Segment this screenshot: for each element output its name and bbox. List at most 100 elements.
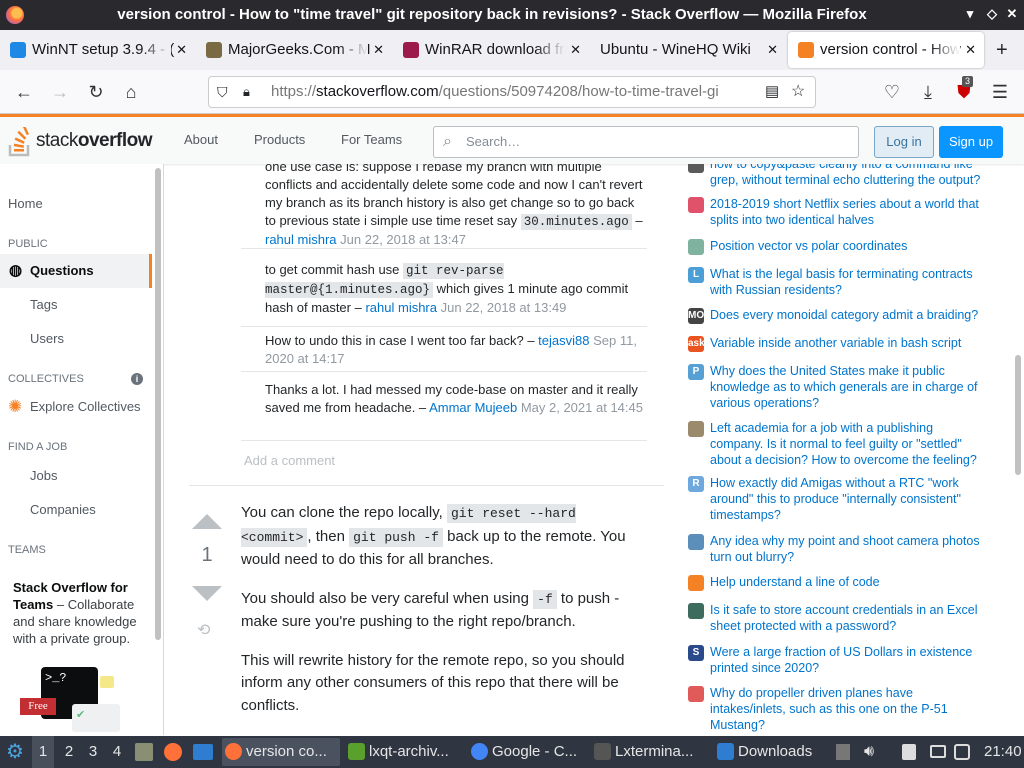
hot-question-link[interactable]: Is it safe to store account credentials … xyxy=(710,602,982,634)
tab-winrar[interactable]: WinRAR download fr ✕ xyxy=(393,32,589,68)
workspace-1[interactable]: 1 xyxy=(32,736,54,768)
reload-icon[interactable]: ↻ xyxy=(84,80,108,104)
login-button[interactable]: Log in xyxy=(874,126,934,158)
nav-jobs[interactable]: Jobs xyxy=(0,459,152,493)
tab-label: Ubuntu - WineHQ Wiki xyxy=(600,41,751,58)
show-desktop-icon[interactable] xyxy=(193,744,213,760)
comment-user[interactable]: tejasvi88 xyxy=(538,333,589,348)
tab-close-icon[interactable]: ✕ xyxy=(176,32,187,68)
home-icon[interactable]: ⌂ xyxy=(119,80,143,104)
left-scrollbar[interactable] xyxy=(155,168,161,640)
comment: one use case is: suppose I rebase my bra… xyxy=(241,164,647,249)
workspace-4[interactable]: 4 xyxy=(106,736,128,768)
comment-date[interactable]: Jun 22, 2018 at 13:47 xyxy=(340,232,466,247)
answer: 1 ⟲ You can clone the repo locally, git … xyxy=(189,485,664,714)
nav-home[interactable]: Home xyxy=(0,187,152,221)
tab-majorgeeks[interactable]: MajorGeeks.Com - M ✕ xyxy=(196,32,392,68)
collectives-heading: COLLECTIVES xyxy=(8,373,84,385)
downloads-icon[interactable]: ⤓ xyxy=(916,80,940,104)
taskbar-window-chrome[interactable]: Google - C... xyxy=(468,738,586,766)
nav-tags[interactable]: Tags xyxy=(0,288,152,322)
search-input[interactable]: ⌕ Search… xyxy=(433,126,859,158)
tab-winnt[interactable]: WinNT setup 3.9.4 - ( ✕ xyxy=(0,32,195,68)
nav-questions[interactable]: ◍ Questions xyxy=(0,254,152,288)
nav-companies[interactable]: Companies xyxy=(0,493,152,527)
taskbar-window-downloads[interactable]: Downloads xyxy=(714,738,826,766)
new-tab-icon[interactable]: + xyxy=(996,40,1008,60)
minimize-icon[interactable]: ▾ xyxy=(962,6,978,22)
taskbar-window-terminal[interactable]: Lxtermina... xyxy=(591,738,709,766)
comment-date[interactable]: May 2, 2021 at 14:45 xyxy=(521,400,643,415)
reader-view-icon[interactable]: ▤ xyxy=(765,77,779,107)
firefox-launcher-icon[interactable] xyxy=(164,743,182,761)
downvote-icon[interactable] xyxy=(192,586,222,601)
back-icon[interactable]: ← xyxy=(12,80,36,104)
upvote-icon[interactable] xyxy=(192,514,222,529)
close-window-icon[interactable]: ✕ xyxy=(1004,6,1020,22)
nav-explore-label: Explore Collectives xyxy=(30,399,141,414)
comment: How to undo this in case I went too far … xyxy=(241,330,647,372)
network-icon[interactable] xyxy=(954,744,970,760)
pocket-icon[interactable]: ♡ xyxy=(880,80,904,104)
shield-icon[interactable]: ⛉ xyxy=(217,77,228,107)
hot-question-link[interactable]: Left academia for a job with a publishin… xyxy=(710,420,982,468)
tab-close-icon[interactable]: ✕ xyxy=(570,32,581,68)
site-icon: MO xyxy=(688,308,704,324)
nav-users[interactable]: Users xyxy=(0,322,152,356)
stackoverflow-logo[interactable]: stackoverflow xyxy=(8,127,158,157)
tab-close-icon[interactable]: ✕ xyxy=(767,32,778,68)
hot-question-link[interactable]: Help understand a line of code xyxy=(710,574,982,590)
nav-products[interactable]: Products xyxy=(254,132,305,147)
hot-question-link[interactable]: How exactly did Amigas without a RTC "wo… xyxy=(710,475,982,523)
hot-question-link[interactable]: how to copy&paste cleanly into a command… xyxy=(710,164,982,188)
maximize-icon[interactable]: ◇ xyxy=(984,6,1000,22)
hot-question-link[interactable]: Any idea why my point and shoot camera p… xyxy=(710,533,982,565)
clock[interactable]: 21:40 xyxy=(984,736,1022,768)
forward-icon[interactable]: → xyxy=(48,80,72,104)
workspace-2[interactable]: 2 xyxy=(58,736,80,768)
taskbar-window-archiver[interactable]: lxqt-archiv... xyxy=(345,738,463,766)
display-icon[interactable] xyxy=(930,745,946,758)
tray-app-icon[interactable] xyxy=(836,744,850,760)
lock-icon[interactable]: 🔒︎ xyxy=(243,77,250,107)
workspace-3[interactable]: 3 xyxy=(82,736,104,768)
nav-explore-collectives[interactable]: ✺ Explore Collectives xyxy=(0,390,152,424)
volume-icon[interactable]: 🔊︎ xyxy=(864,736,874,768)
hot-question-link[interactable]: Position vector vs polar coordinates xyxy=(710,238,982,254)
add-comment-link[interactable]: Add a comment xyxy=(244,453,335,468)
hot-question-link[interactable]: 2018-2019 short Netflix series about a w… xyxy=(710,196,982,228)
nav-about[interactable]: About xyxy=(184,132,218,147)
stackoverflow-favicon xyxy=(798,42,814,58)
hot-question-link[interactable]: Why does the United States make it publi… xyxy=(710,363,982,411)
ublock-icon[interactable]: ⛊ 3 xyxy=(952,76,976,104)
hot-question-link[interactable]: Does every monoidal category admit a bra… xyxy=(710,307,982,323)
comment-user[interactable]: rahul mishra xyxy=(365,300,437,315)
taskbar-window-label: lxqt-archiv... xyxy=(369,743,449,760)
tab-close-icon[interactable]: ✕ xyxy=(373,32,384,68)
signup-button[interactable]: Sign up xyxy=(939,126,1003,158)
tab-close-icon[interactable]: ✕ xyxy=(965,32,976,68)
site-icon xyxy=(688,603,704,619)
logo-text-stack: stack xyxy=(36,130,78,151)
nav-for-teams[interactable]: For Teams xyxy=(341,132,402,147)
page-scrollbar[interactable] xyxy=(1015,355,1021,475)
info-icon[interactable]: i xyxy=(131,373,143,385)
url-bar[interactable]: ⛉ 🔒︎ https://stackoverflow.com/questions… xyxy=(208,76,816,108)
start-menu-icon[interactable]: ⚙ xyxy=(6,736,24,768)
comment-user[interactable]: Ammar Mujeeb xyxy=(429,400,517,415)
comment-date[interactable]: Jun 22, 2018 at 13:49 xyxy=(441,300,567,315)
bookmark-star-icon[interactable]: ☆ xyxy=(791,77,805,107)
clipboard-icon[interactable] xyxy=(902,744,916,760)
hot-question-link[interactable]: Why do propeller driven planes have inta… xyxy=(710,685,982,733)
hot-question-link[interactable]: Variable inside another variable in bash… xyxy=(710,335,982,351)
hot-question-link[interactable]: What is the legal basis for terminating … xyxy=(710,266,982,298)
tab-stackoverflow[interactable]: version control - How ✕ xyxy=(788,32,984,68)
file-manager-launcher-icon[interactable] xyxy=(135,743,153,761)
hot-question-link[interactable]: Were a large fraction of US Dollars in e… xyxy=(710,644,982,676)
tab-winehq[interactable]: Ubuntu - WineHQ Wiki ✕ xyxy=(590,32,786,68)
menu-icon[interactable]: ☰ xyxy=(988,80,1012,104)
comment-user[interactable]: rahul mishra xyxy=(265,232,337,247)
site-icon: S xyxy=(688,645,704,661)
history-icon[interactable]: ⟲ xyxy=(197,620,210,640)
taskbar-window-firefox[interactable]: version co... xyxy=(222,738,340,766)
